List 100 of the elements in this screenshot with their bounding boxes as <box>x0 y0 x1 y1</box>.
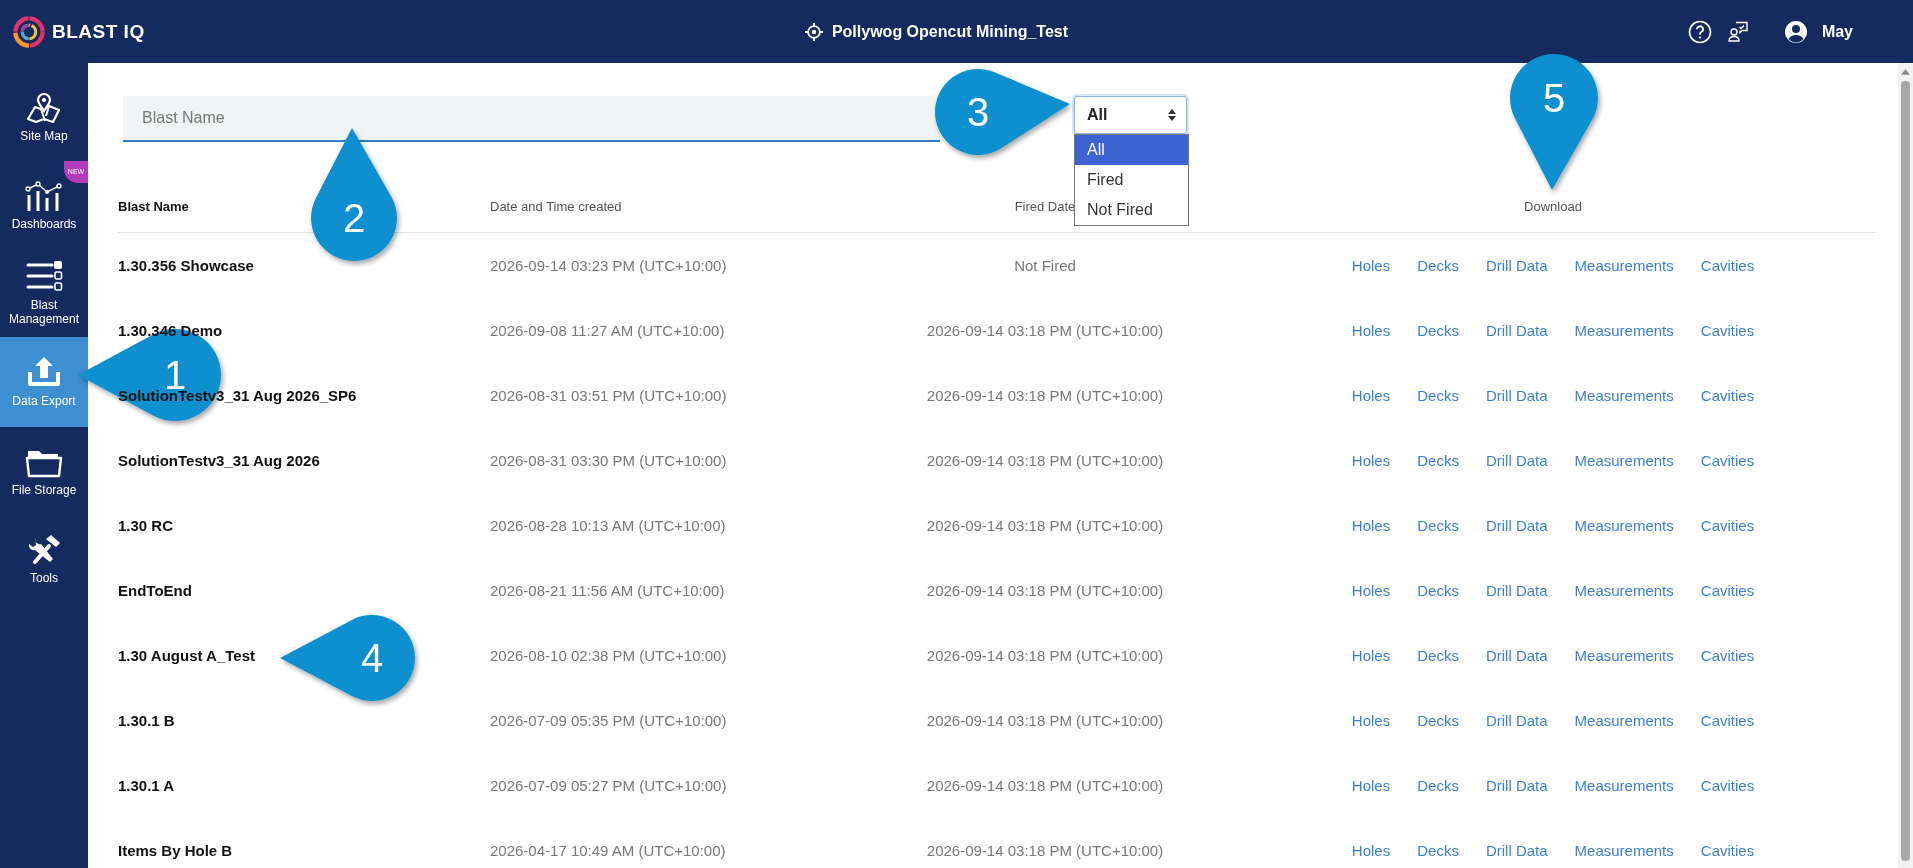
download-link[interactable]: Decks <box>1417 387 1459 404</box>
created-date-cell: 2026-09-14 03:23 PM (UTC+10:00) <box>490 257 727 274</box>
download-link[interactable]: Decks <box>1417 257 1459 274</box>
fired-date-cell: 2026-09-14 03:18 PM (UTC+10:00) <box>926 452 1164 469</box>
fired-date-cell: 2026-09-14 03:18 PM (UTC+10:00) <box>926 777 1164 794</box>
blast-name-cell: 1.30 August A_Test <box>118 647 255 664</box>
download-link[interactable]: Decks <box>1417 647 1459 664</box>
callout-marker: 2 <box>311 128 397 261</box>
help-icon[interactable] <box>1687 19 1712 44</box>
created-date-cell: 2026-08-21 11:56 AM (UTC+10:00) <box>490 582 725 599</box>
download-link[interactable]: Cavities <box>1700 257 1755 274</box>
user-avatar-icon[interactable] <box>1783 19 1808 44</box>
sidebar-item[interactable]: Site Map <box>0 73 88 161</box>
download-link[interactable]: Decks <box>1417 322 1459 339</box>
download-link[interactable]: Cavities <box>1700 387 1755 404</box>
download-link[interactable]: Measurements <box>1574 712 1674 729</box>
blast-name-cell: 1.30.1 A <box>118 777 175 794</box>
brand-name: BLAST IQ <box>52 20 145 43</box>
download-link[interactable]: Decks <box>1417 842 1459 859</box>
download-link[interactable]: Cavities <box>1700 322 1755 339</box>
fired-date-cell: 2026-09-14 03:18 PM (UTC+10:00) <box>926 842 1164 859</box>
blast-name-cell: 1.30.356 Showcase <box>118 257 254 274</box>
scroll-up-icon[interactable] <box>1901 69 1910 75</box>
download-link[interactable]: Holes <box>1351 452 1391 469</box>
download-link[interactable]: Measurements <box>1574 257 1674 274</box>
download-link[interactable]: Drill Data <box>1485 582 1548 599</box>
download-link[interactable]: Cavities <box>1700 842 1755 859</box>
dropdown-option[interactable]: Fired <box>1075 165 1188 195</box>
download-link[interactable]: Measurements <box>1574 777 1674 794</box>
download-link[interactable]: Holes <box>1351 387 1391 404</box>
download-link[interactable]: Holes <box>1351 517 1391 534</box>
created-date-cell: 2026-08-10 02:38 PM (UTC+10:00) <box>490 647 727 664</box>
callout-marker: 5 <box>1510 54 1598 190</box>
blast-name-cell: Items By Hole B <box>118 842 233 859</box>
download-link[interactable]: Decks <box>1417 582 1459 599</box>
sort-arrows-icon <box>1168 109 1176 121</box>
download-link[interactable]: Holes <box>1351 712 1391 729</box>
download-link[interactable]: Drill Data <box>1485 517 1548 534</box>
dropdown-option[interactable]: Not Fired <box>1075 195 1188 225</box>
download-link[interactable]: Decks <box>1417 517 1459 534</box>
download-link[interactable]: Decks <box>1417 777 1459 794</box>
fired-date-cell: 2026-09-14 03:18 PM (UTC+10:00) <box>926 517 1164 534</box>
download-link[interactable]: Holes <box>1351 777 1391 794</box>
column-header: Fired Date <box>1014 198 1076 214</box>
download-link[interactable]: Holes <box>1351 842 1391 859</box>
blast-name-cell: 1.30.1 B <box>118 712 175 729</box>
download-link[interactable]: Measurements <box>1574 582 1674 599</box>
download-link[interactable]: Cavities <box>1700 647 1755 664</box>
created-date-cell: 2026-07-09 05:27 PM (UTC+10:00) <box>490 777 727 794</box>
column-header: Blast Name <box>118 198 190 214</box>
created-date-cell: 2026-04-17 10:49 AM (UTC+10:00) <box>490 842 726 859</box>
download-link[interactable]: Cavities <box>1700 712 1755 729</box>
download-link[interactable]: Holes <box>1351 582 1391 599</box>
download-link[interactable]: Drill Data <box>1485 257 1548 274</box>
scrollbar[interactable] <box>1898 63 1913 868</box>
download-link[interactable]: Measurements <box>1574 647 1674 664</box>
sidebar-item[interactable]: Blast Management <box>0 249 88 337</box>
download-link[interactable]: Drill Data <box>1485 322 1548 339</box>
download-link[interactable]: Holes <box>1351 257 1391 274</box>
sidebar-item[interactable]: Data Export <box>0 337 88 427</box>
download-link[interactable]: Drill Data <box>1485 842 1548 859</box>
download-link[interactable]: Decks <box>1417 712 1459 729</box>
scrollbar-thumb[interactable] <box>1901 81 1910 861</box>
fired-date-cell: 2026-09-14 03:18 PM (UTC+10:00) <box>926 387 1164 404</box>
checklist-icon <box>24 260 64 294</box>
fired-date-cell: 2026-09-14 03:18 PM (UTC+10:00) <box>926 322 1164 339</box>
download-link[interactable]: Holes <box>1351 647 1391 664</box>
blast-name-cell: 1.30.346 Demo <box>118 322 223 339</box>
download-link[interactable]: Measurements <box>1574 387 1674 404</box>
download-link[interactable]: Measurements <box>1574 322 1674 339</box>
download-link[interactable]: Drill Data <box>1485 452 1548 469</box>
created-date-cell: 2026-07-09 05:35 PM (UTC+10:00) <box>490 712 727 729</box>
download-link[interactable]: Decks <box>1417 452 1459 469</box>
sidebar-item[interactable]: File Storage <box>0 427 88 515</box>
sidebar-item[interactable]: Tools <box>0 515 88 603</box>
created-date-cell: 2026-08-31 03:51 PM (UTC+10:00) <box>490 387 727 404</box>
download-link[interactable]: Drill Data <box>1485 387 1548 404</box>
callout-marker: 4 <box>280 615 415 701</box>
download-link[interactable]: Measurements <box>1574 452 1674 469</box>
column-header: Date and Time created <box>490 198 623 214</box>
download-link[interactable]: Cavities <box>1700 452 1755 469</box>
status-dropdown[interactable]: All <box>1074 96 1187 134</box>
download-link[interactable]: Drill Data <box>1485 647 1548 664</box>
download-link[interactable]: Holes <box>1351 322 1391 339</box>
download-link[interactable]: Measurements <box>1574 842 1674 859</box>
blast-name-cell: SolutionTestv3_31 Aug 2026 <box>118 452 320 469</box>
user-name[interactable]: May <box>1821 22 1853 41</box>
download-link[interactable]: Drill Data <box>1485 777 1548 794</box>
dropdown-option[interactable]: All <box>1075 135 1188 165</box>
download-link[interactable]: Cavities <box>1700 582 1755 599</box>
fired-date-cell: 2026-09-14 03:18 PM (UTC+10:00) <box>926 712 1164 729</box>
search-field[interactable]: Blast Name <box>123 96 940 142</box>
feedback-icon[interactable] <box>1725 19 1750 44</box>
download-link[interactable]: Drill Data <box>1485 712 1548 729</box>
download-link[interactable]: Measurements <box>1574 517 1674 534</box>
blast-name-cell: 1.30 RC <box>118 517 174 534</box>
download-link[interactable]: Cavities <box>1700 517 1755 534</box>
created-date-cell: 2026-09-08 11:27 AM (UTC+10:00) <box>490 322 725 339</box>
column-header: Download <box>1523 198 1582 214</box>
download-link[interactable]: Cavities <box>1700 777 1755 794</box>
